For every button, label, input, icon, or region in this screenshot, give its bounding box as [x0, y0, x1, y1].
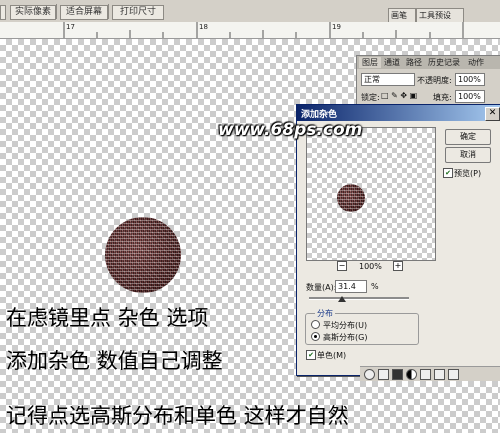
gaussian-radio[interactable] — [311, 332, 320, 341]
preview-checkbox-label: 预览(P) — [454, 169, 482, 178]
new-layer-icon[interactable] — [434, 369, 445, 380]
adjustment-layer-icon[interactable] — [406, 369, 417, 380]
watermark-text: www.68ps.com — [218, 120, 363, 140]
monochrome-label: 单色(M) — [317, 351, 347, 360]
toolbar-separator — [108, 4, 109, 19]
link-layers-icon[interactable] — [364, 369, 375, 380]
layers-bottom-toolbar — [360, 366, 500, 381]
amount-label: 数量(A): — [306, 283, 337, 292]
opacity-label: 不透明度: — [417, 76, 452, 85]
trash-icon[interactable] — [448, 369, 459, 380]
tab-channels[interactable]: 通道 — [381, 57, 403, 68]
preview-checkbox[interactable]: ✔ — [443, 168, 453, 178]
caption-line-1: 在虑镜里点 杂色 选项 — [6, 306, 209, 330]
amount-slider-track[interactable] — [309, 297, 409, 300]
layers-panel-tabs: 图层 通道 路径 历史记录 动作 — [357, 56, 500, 69]
tool-presets-tab[interactable]: 工具预设 — [416, 8, 464, 22]
tab-layers[interactable]: 图层 — [359, 57, 381, 68]
blend-mode-select[interactable]: 正常 — [361, 73, 415, 86]
lock-icons[interactable]: □ ✎ ✥ ▣ — [381, 91, 417, 100]
new-group-icon[interactable] — [420, 369, 431, 380]
amount-unit: % — [371, 282, 379, 291]
tab-history[interactable]: 历史记录 — [425, 57, 463, 68]
uniform-radio[interactable] — [311, 320, 320, 329]
preview-noise-circle — [337, 184, 365, 212]
close-icon[interactable]: ✕ — [485, 107, 500, 121]
zoom-level: 100% — [359, 262, 382, 271]
opacity-field[interactable]: 100% — [455, 73, 485, 86]
layer-mask-icon[interactable] — [392, 369, 403, 380]
ruler-label: 17 — [66, 23, 75, 31]
fill-field[interactable]: 100% — [455, 90, 485, 103]
tab-actions[interactable]: 动作 — [465, 57, 487, 68]
monochrome-checkbox[interactable]: ✔ — [306, 350, 316, 360]
zoom-out-icon[interactable]: − — [337, 261, 347, 271]
filter-preview[interactable] — [306, 127, 436, 261]
print-size-button[interactable]: 打印尺寸 — [112, 5, 164, 20]
fill-label: 填充: — [433, 93, 452, 102]
uniform-label: 平均分布(U) — [323, 321, 368, 330]
layers-panel: 图层 通道 路径 历史记录 动作 正常 不透明度: 100% 锁定: □ ✎ ✥… — [356, 55, 500, 107]
ruler-label: 19 — [332, 23, 341, 31]
amount-field[interactable]: 31.4 — [335, 280, 367, 293]
amount-slider-thumb[interactable] — [338, 296, 346, 302]
horizontal-ruler: 17 18 19 — [0, 22, 500, 39]
tab-paths[interactable]: 路径 — [403, 57, 425, 68]
gaussian-label: 高斯分布(G) — [323, 333, 368, 342]
layer-style-icon[interactable] — [378, 369, 389, 380]
brushes-tab[interactable]: 画笔 — [388, 8, 416, 22]
dialog-title: 添加杂色 — [301, 110, 338, 120]
ok-button[interactable]: 确定 — [445, 129, 491, 145]
panel-well: 画笔 工具预设 — [386, 8, 500, 22]
dialog-title-bar[interactable]: 添加杂色 ✕ — [297, 105, 500, 121]
lock-label: 锁定: — [361, 93, 380, 102]
options-bar-edge — [0, 5, 6, 20]
ruler-ticks — [63, 22, 464, 38]
distribution-label: 分布 — [315, 308, 335, 319]
toolbar-separator — [56, 4, 57, 19]
fit-screen-button[interactable]: 适合屏幕 — [60, 5, 108, 20]
options-bar: 实际像素 适合屏幕 打印尺寸 画笔 工具预设 — [0, 0, 500, 23]
zoom-in-icon[interactable]: + — [393, 261, 403, 271]
cancel-button[interactable]: 取消 — [445, 147, 491, 163]
actual-pixels-button[interactable]: 实际像素 — [10, 5, 56, 20]
ruler-label: 18 — [199, 23, 208, 31]
add-noise-dialog: 添加杂色 ✕ 确定 取消 ✔ 预览(P) − 100% + 数量(A): 31.… — [296, 104, 500, 376]
caption-line-2: 添加杂色 数值自己调整 — [6, 349, 223, 373]
noise-circle — [105, 217, 181, 293]
caption-line-3: 记得点选高斯分布和单色 这样才自然 — [6, 404, 349, 428]
